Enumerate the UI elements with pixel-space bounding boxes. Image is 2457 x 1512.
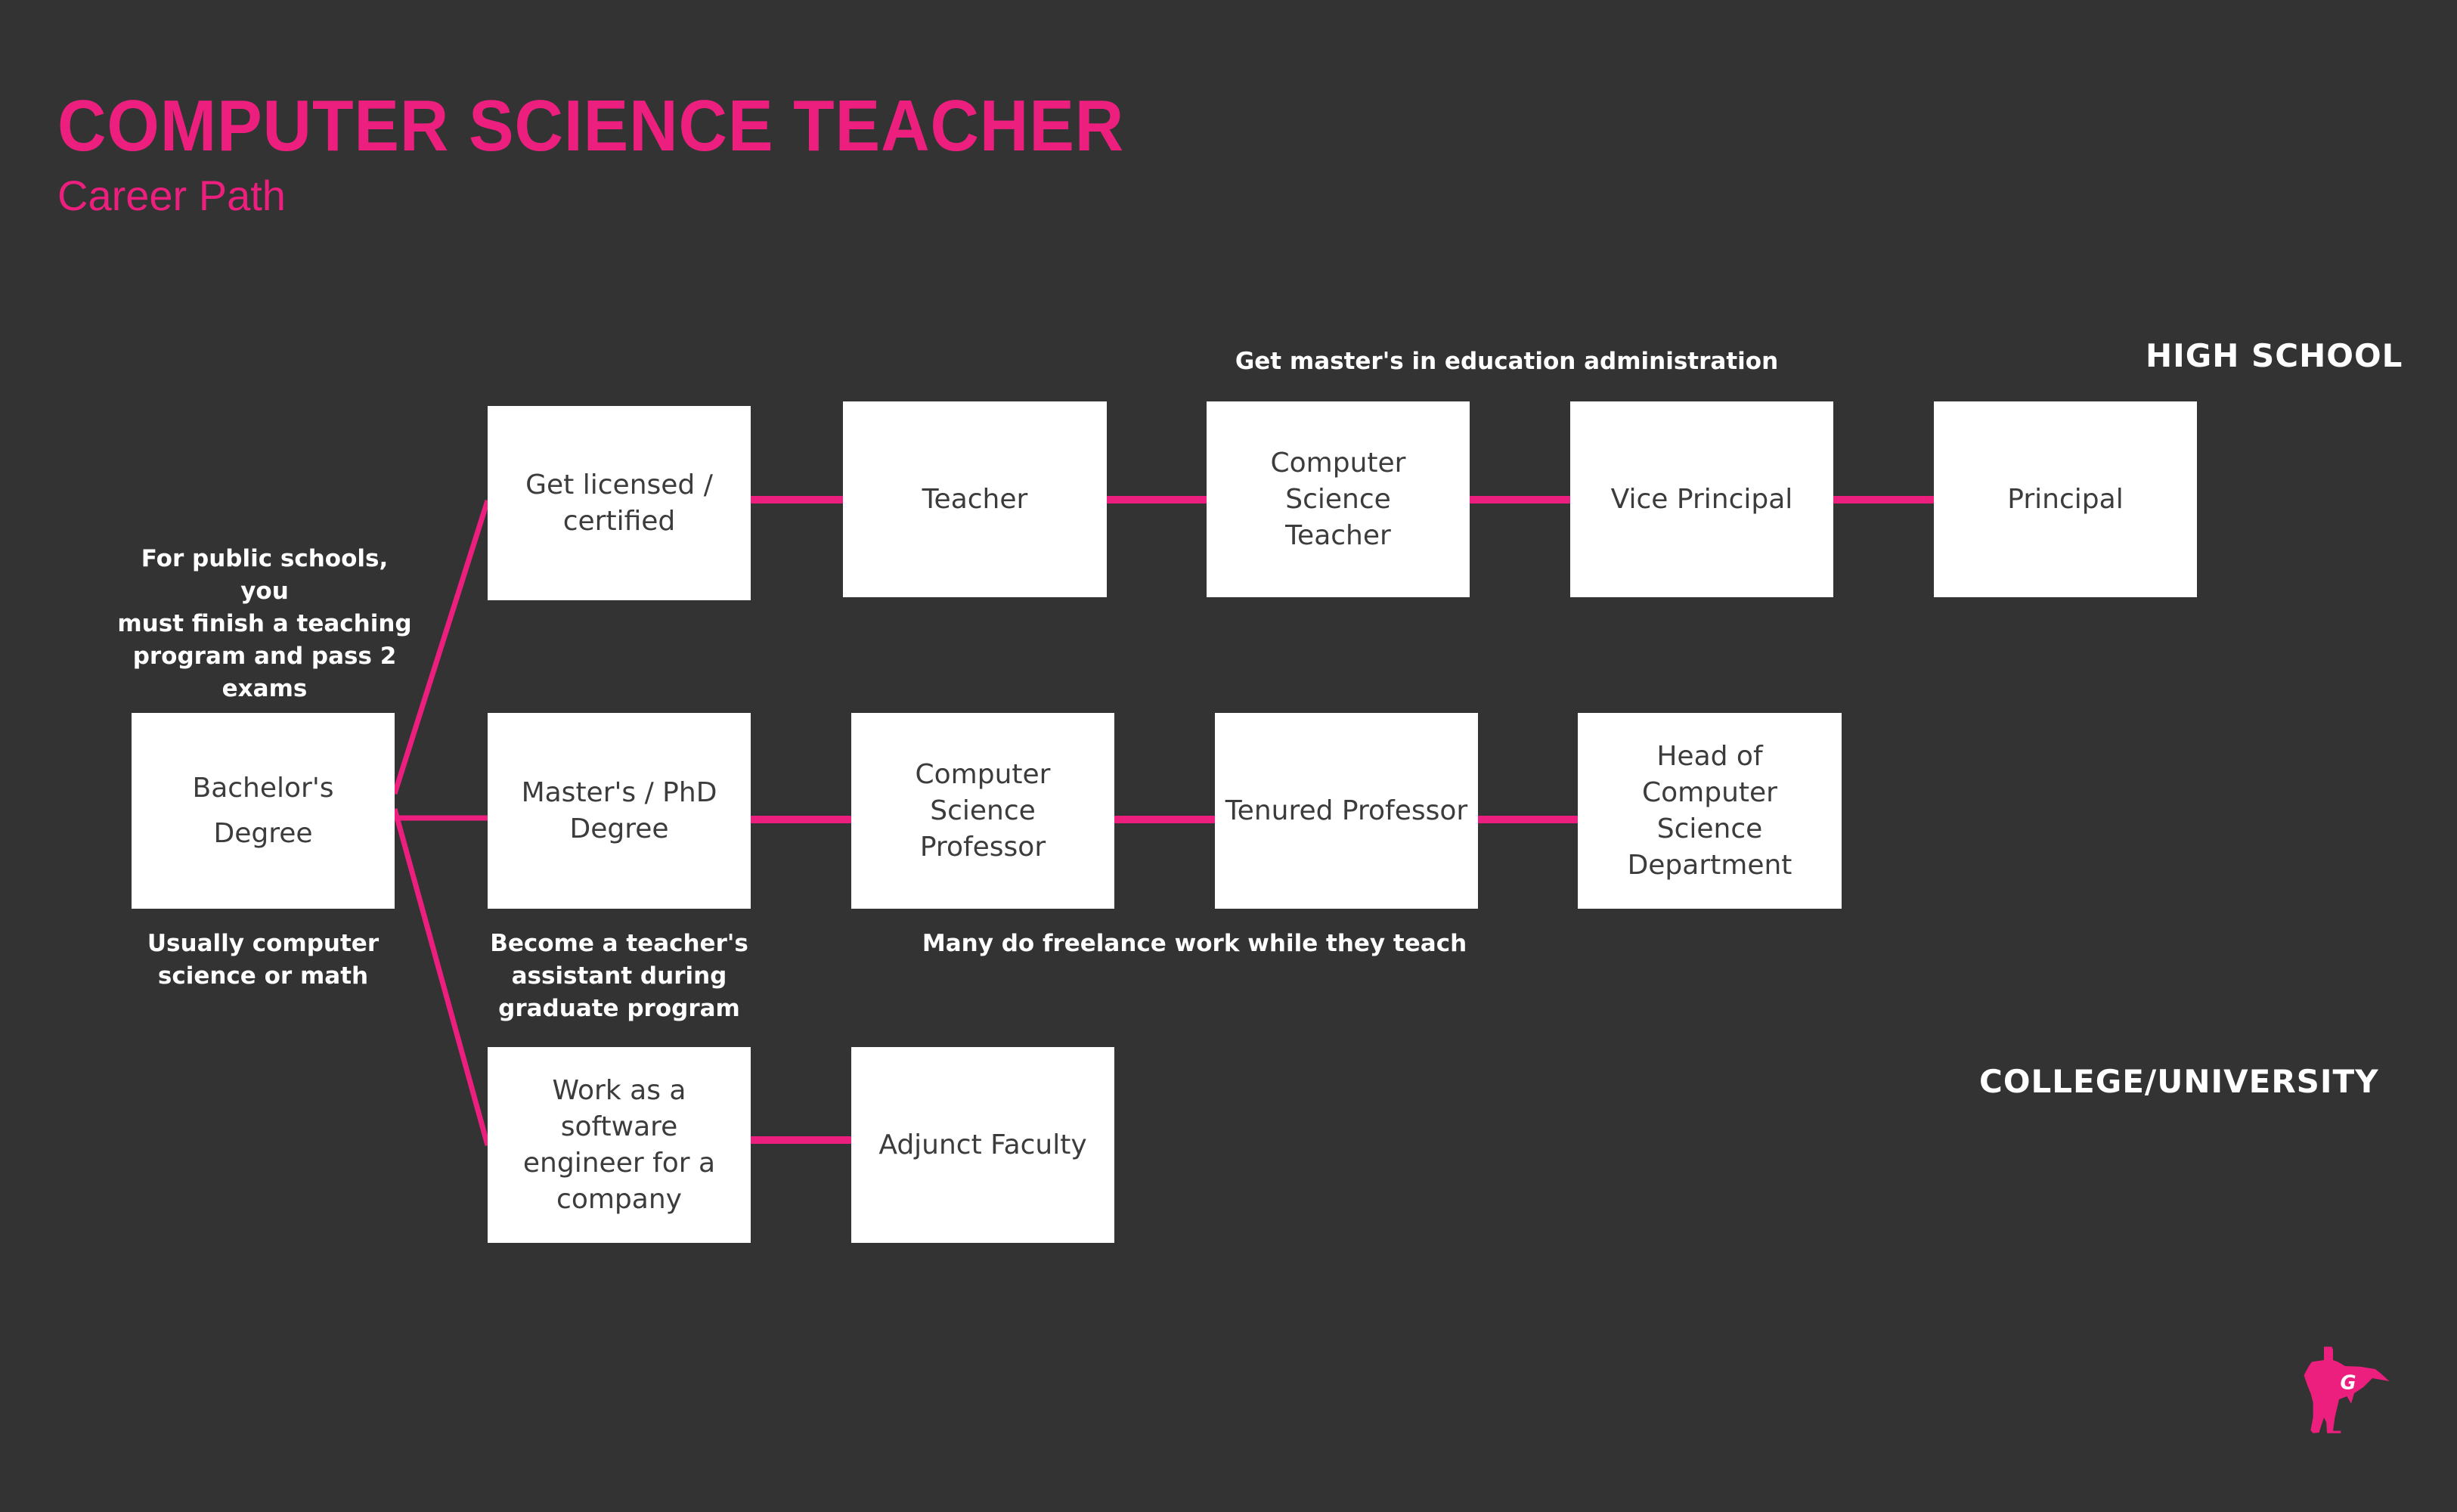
note-line: For public schools, you: [141, 545, 389, 605]
note-line: science or math: [157, 962, 369, 990]
section-label-college: COLLEGE/UNIVERSITY: [1979, 1063, 2379, 1100]
superhero-g-icon: G: [2304, 1346, 2390, 1433]
node-bachelors-degree: Bachelor's Degree: [132, 713, 395, 909]
node-get-licensed: Get licensed / certified: [488, 406, 751, 600]
node-label-line: Teacher: [1285, 519, 1391, 551]
node-software-engineer: Work as a software engineer for a compan…: [488, 1047, 751, 1243]
node-principal: Principal: [1934, 401, 2197, 597]
node-cs-teacher: Computer Science Teacher: [1207, 401, 1470, 597]
node-label-line: Get licensed /: [525, 469, 713, 500]
node-label-line: Computer Science: [1270, 447, 1406, 515]
note-teachers-assistant: Become a teacher's assistant during grad…: [468, 928, 770, 1025]
node-label-line: Work as a software: [552, 1074, 686, 1142]
note-line: exams: [222, 675, 308, 702]
node-label-line: Bachelor's: [192, 772, 334, 804]
node-label-line: Tenured Professor: [1225, 795, 1468, 826]
note-line: Become a teacher's: [490, 930, 748, 957]
node-label-line: Teacher: [922, 483, 1028, 515]
note-line: Usually computer: [147, 930, 380, 957]
node-masters-phd: Master's / PhD Degree: [488, 713, 751, 909]
note-line: must finish a teaching: [117, 610, 412, 637]
node-label-line: Vice Principal: [1610, 483, 1793, 515]
node-label-line: Principal: [2007, 483, 2124, 515]
note-line: graduate program: [498, 995, 740, 1022]
note-line: Get master's in education administration: [1235, 348, 1779, 375]
node-teacher: Teacher: [843, 401, 1107, 597]
node-label-line: company: [556, 1183, 682, 1215]
node-label-line: Master's / PhD: [521, 776, 717, 808]
note-line: assistant during: [511, 962, 727, 990]
node-head-of-department: Head of Computer Science Department: [1578, 713, 1842, 909]
note-line: program and pass 2: [132, 643, 397, 670]
note-bachelors-major: Usually computer science or math: [112, 928, 414, 993]
node-label-line: Computer Science: [915, 758, 1051, 826]
node-label-line: Department: [1627, 849, 1792, 881]
note-line: Many do freelance work while they teach: [922, 930, 1467, 957]
node-label-line: Head of Computer: [1642, 740, 1777, 808]
logo-letter: G: [2340, 1371, 2356, 1394]
note-public-schools: For public schools, you must finish a te…: [113, 543, 416, 705]
node-label-line: Professor: [919, 831, 1046, 863]
node-label-line: Degree: [569, 813, 669, 844]
note-admin-masters: Get master's in education administration: [1204, 345, 1809, 378]
node-vice-principal: Vice Principal: [1570, 401, 1833, 597]
node-adjunct-faculty: Adjunct Faculty: [851, 1047, 1114, 1243]
node-label-line: Adjunct Faculty: [878, 1129, 1087, 1160]
node-label-line: engineer for a: [522, 1147, 716, 1179]
node-cs-professor: Computer Science Professor: [851, 713, 1114, 909]
section-label-high-school: HIGH SCHOOL: [2146, 337, 2403, 374]
note-freelance: Many do freelance work while they teach: [892, 928, 1497, 960]
node-label-line: certified: [562, 505, 676, 537]
node-label-line: Science: [1656, 813, 1763, 844]
node-label-line: Degree: [213, 817, 313, 849]
node-tenured-professor: Tenured Professor: [1215, 713, 1478, 909]
